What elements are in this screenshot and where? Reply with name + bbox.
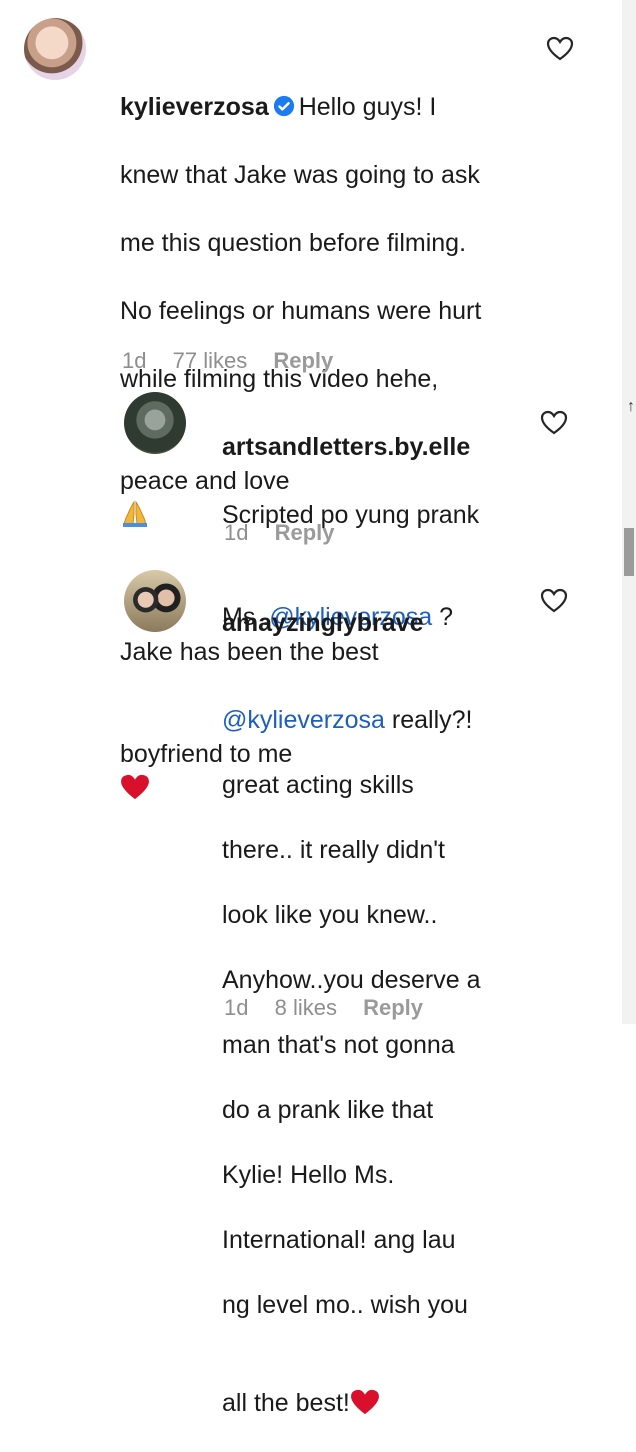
red-heart-icon [350,1389,379,1414]
comment-text-line: look like you knew.. [222,901,438,929]
comment-text-line: ng level mo.. wish you [222,1291,468,1319]
mention-link[interactable]: @kylieverzosa [222,706,385,734]
comment-text-line: man that's not gonna [222,1031,455,1059]
comment-text-line: Anyhow..you deserve a [222,966,481,994]
username-kylieverzosa[interactable]: kylieverzosa [120,93,269,121]
like-heart-icon[interactable] [546,36,574,62]
avatar-artsandletters[interactable] [124,392,186,454]
username-amayzinglybrave[interactable]: amayzinglybrave [222,607,542,640]
username-artsandletters[interactable]: artsandletters.by.elle [222,430,552,464]
comment-text-line: Kylie! Hello Ms. [222,1161,395,1189]
comment-meta: 1d 77 likes Reply [122,348,353,374]
comment-time: 1d [122,348,147,373]
reply-button[interactable]: Reply [363,995,423,1020]
comment-text-line: great acting skills [222,771,414,799]
like-heart-icon[interactable] [540,410,568,436]
avatar-amayzinglybrave[interactable] [124,570,186,632]
comment-text-line: Hello guys! I [298,93,437,121]
likes-count[interactable]: 77 likes [173,348,248,373]
comment-time: 1d [224,995,249,1020]
comment-text-line: knew that Jake was going to ask [120,161,480,189]
comment-meta: 1d 8 likes Reply [224,995,443,1021]
comment-time: 1d [224,520,249,545]
comment-text-line: do a prank like that [222,1096,434,1124]
reply-button[interactable]: Reply [275,520,335,545]
likes-count[interactable]: 8 likes [275,995,337,1020]
like-heart-icon[interactable] [540,588,568,614]
comment-text-line: No feelings or humans were hurt [120,297,482,325]
folded-hands-icon [123,500,147,527]
verified-badge-icon [273,95,294,117]
comment-text-line: International! ang lau [222,1226,456,1254]
scrollbar-track[interactable] [622,0,636,1024]
comment-text-line: me this question before filming. [120,229,467,257]
comment-meta: 1d Reply [224,520,355,546]
comment-text-segment: really?! [384,706,473,734]
comment-text-line: all the best! [222,1388,350,1417]
scroll-up-arrow-icon[interactable]: ↑ [627,398,635,416]
avatar-kylieverzosa[interactable] [24,18,86,80]
reply-button[interactable]: Reply [273,348,333,373]
scrollbar-thumb[interactable] [624,528,634,576]
comment-text-line: there.. it really didn't [222,836,445,864]
red-heart-icon [121,774,149,800]
